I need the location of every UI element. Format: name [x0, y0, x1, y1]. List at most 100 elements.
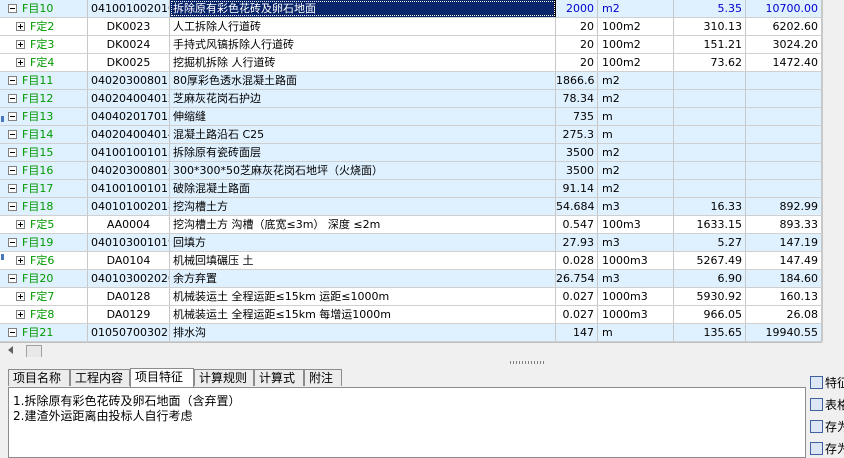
- item-name-cell[interactable]: 回填方: [170, 234, 556, 251]
- unit-cell[interactable]: m2: [598, 0, 674, 17]
- total-price-cell[interactable]: 10700.00: [746, 0, 822, 17]
- tree-cell[interactable]: F定3: [0, 36, 88, 53]
- expand-icon[interactable]: [16, 220, 25, 229]
- unit-price-cell[interactable]: [674, 180, 746, 197]
- quantity-cell[interactable]: 735: [556, 108, 598, 125]
- bill-item-row[interactable]: F目15 041001001015 拆除原有瓷砖面层 3500 m2: [0, 144, 822, 162]
- item-name-cell[interactable]: 芝麻灰花岗石护边: [170, 90, 556, 107]
- tree-cell[interactable]: F目20: [0, 270, 88, 287]
- bill-item-row[interactable]: F目12 040204004012 芝麻灰花岗石护边 78.34 m2: [0, 90, 822, 108]
- item-code-cell[interactable]: 010507003021: [88, 324, 170, 341]
- unit-cell[interactable]: m2: [598, 72, 674, 89]
- unit-price-cell[interactable]: 135.65: [674, 324, 746, 341]
- expand-icon[interactable]: [16, 310, 25, 319]
- bill-item-row[interactable]: F目14 040204004014 混凝土路沿石 C25 275.3 m: [0, 126, 822, 144]
- item-name-cell[interactable]: 拆除原有彩色花砖及卵石地面: [170, 0, 556, 17]
- quantity-cell[interactable]: 275.3: [556, 126, 598, 143]
- total-price-cell[interactable]: [746, 180, 822, 197]
- tree-cell[interactable]: F定7: [0, 288, 88, 305]
- item-code-cell[interactable]: 041001001015: [88, 144, 170, 161]
- quantity-cell[interactable]: 78.34: [556, 90, 598, 107]
- quantity-cell[interactable]: 26.754: [556, 270, 598, 287]
- total-price-cell[interactable]: 160.13: [746, 288, 822, 305]
- collapse-icon[interactable]: [8, 328, 17, 337]
- splitter-grip-icon[interactable]: [510, 361, 546, 364]
- unit-price-cell[interactable]: 966.05: [674, 306, 746, 323]
- tree-cell[interactable]: F目11: [0, 72, 88, 89]
- item-code-cell[interactable]: AA0004: [88, 216, 170, 233]
- quantity-cell[interactable]: 20: [556, 18, 598, 35]
- tree-cell[interactable]: F定5: [0, 216, 88, 233]
- total-price-cell[interactable]: 147.19: [746, 234, 822, 251]
- tree-cell[interactable]: F目13: [0, 108, 88, 125]
- total-price-cell[interactable]: 3024.20: [746, 36, 822, 53]
- tree-cell[interactable]: F定2: [0, 18, 88, 35]
- unit-cell[interactable]: m3: [598, 198, 674, 215]
- unit-price-cell[interactable]: [674, 126, 746, 143]
- collapse-icon[interactable]: [8, 274, 17, 283]
- total-price-cell[interactable]: 893.33: [746, 216, 822, 233]
- collapse-icon[interactable]: [8, 130, 17, 139]
- item-code-cell[interactable]: 040204004014: [88, 126, 170, 143]
- quantity-cell[interactable]: 2000: [556, 0, 598, 17]
- collapse-icon[interactable]: [8, 166, 17, 175]
- item-name-cell[interactable]: 机械回填碾压 土: [170, 252, 556, 269]
- bill-item-row[interactable]: F目17 041001001017 破除混凝土路面 91.14 m2: [0, 180, 822, 198]
- unit-price-cell[interactable]: 151.21: [674, 36, 746, 53]
- quantity-cell[interactable]: 54.684: [556, 198, 598, 215]
- features-button[interactable]: 特征: [810, 374, 844, 392]
- unit-price-cell[interactable]: [674, 108, 746, 125]
- unit-cell[interactable]: m2: [598, 90, 674, 107]
- unit-cell[interactable]: m3: [598, 234, 674, 251]
- bill-item-row[interactable]: F目19 040103001019 回填方 27.93 m3 5.27 147.19: [0, 234, 822, 252]
- item-name-cell[interactable]: 余方弃置: [170, 270, 556, 287]
- item-code-cell[interactable]: 040204004012: [88, 90, 170, 107]
- unit-price-cell[interactable]: 16.33: [674, 198, 746, 215]
- item-name-cell[interactable]: 混凝土路沿石 C25: [170, 126, 556, 143]
- tree-cell[interactable]: F目10: [0, 0, 88, 17]
- item-name-cell[interactable]: 手持式风镐拆除人行道砖: [170, 36, 556, 53]
- quantity-cell[interactable]: 3500: [556, 162, 598, 179]
- unit-cell[interactable]: m2: [598, 144, 674, 161]
- tree-cell[interactable]: F定6: [0, 252, 88, 269]
- item-name-cell[interactable]: 挖沟槽土方: [170, 198, 556, 215]
- quota-row[interactable]: F定3 DK0024 手持式风镐拆除人行道砖 20 100m2 151.21 3024.20: [0, 36, 822, 54]
- vertical-scrollbar[interactable]: [822, 0, 844, 342]
- unit-cell[interactable]: m2: [598, 162, 674, 179]
- item-code-cell[interactable]: 040402017013: [88, 108, 170, 125]
- item-code-cell[interactable]: 040101002018: [88, 198, 170, 215]
- unit-cell[interactable]: m: [598, 324, 674, 341]
- unit-cell[interactable]: m3: [598, 270, 674, 287]
- bill-item-row[interactable]: F目21 010507003021 排水沟 147 m 135.65 19940.55: [0, 324, 822, 342]
- save-as-button-2[interactable]: 存为: [810, 440, 844, 458]
- item-code-cell[interactable]: DA0128: [88, 288, 170, 305]
- collapse-icon[interactable]: [8, 238, 17, 247]
- unit-cell[interactable]: 100m3: [598, 216, 674, 233]
- item-code-cell[interactable]: 041001001017: [88, 180, 170, 197]
- bill-item-row[interactable]: F目16 040203008016 300*300*50芝麻灰花岗石地坪（火烧面） 3…: [0, 162, 822, 180]
- unit-cell[interactable]: 100m2: [598, 36, 674, 53]
- quantity-cell[interactable]: 0.027: [556, 306, 598, 323]
- quota-row[interactable]: F定7 DA0128 机械装运土 全程运距≤15km 运距≤1000m 0.027 10…: [0, 288, 822, 306]
- quantity-cell[interactable]: 3500: [556, 144, 598, 161]
- tree-cell[interactable]: F目15: [0, 144, 88, 161]
- collapse-icon[interactable]: [8, 184, 17, 193]
- item-code-cell[interactable]: DK0024: [88, 36, 170, 53]
- item-name-cell[interactable]: 机械装运土 全程运距≤15km 运距≤1000m: [170, 288, 556, 305]
- tab-item-name[interactable]: 项目名称: [8, 369, 70, 386]
- total-price-cell[interactable]: 26.08: [746, 306, 822, 323]
- unit-price-cell[interactable]: [674, 144, 746, 161]
- unit-cell[interactable]: m2: [598, 180, 674, 197]
- total-price-cell[interactable]: [746, 144, 822, 161]
- item-code-cell[interactable]: 040103001019: [88, 234, 170, 251]
- table-button[interactable]: 表格: [810, 396, 844, 414]
- bill-item-row[interactable]: F目11 040203008011 80厚彩色透水混凝土路面 1866.6 m2: [0, 72, 822, 90]
- expand-icon[interactable]: [16, 292, 25, 301]
- tree-cell[interactable]: F目17: [0, 180, 88, 197]
- total-price-cell[interactable]: 147.49: [746, 252, 822, 269]
- collapse-icon[interactable]: [8, 202, 17, 211]
- collapse-icon[interactable]: [8, 148, 17, 157]
- tree-cell[interactable]: F目12: [0, 90, 88, 107]
- unit-cell[interactable]: m: [598, 126, 674, 143]
- unit-cell[interactable]: 100m2: [598, 54, 674, 71]
